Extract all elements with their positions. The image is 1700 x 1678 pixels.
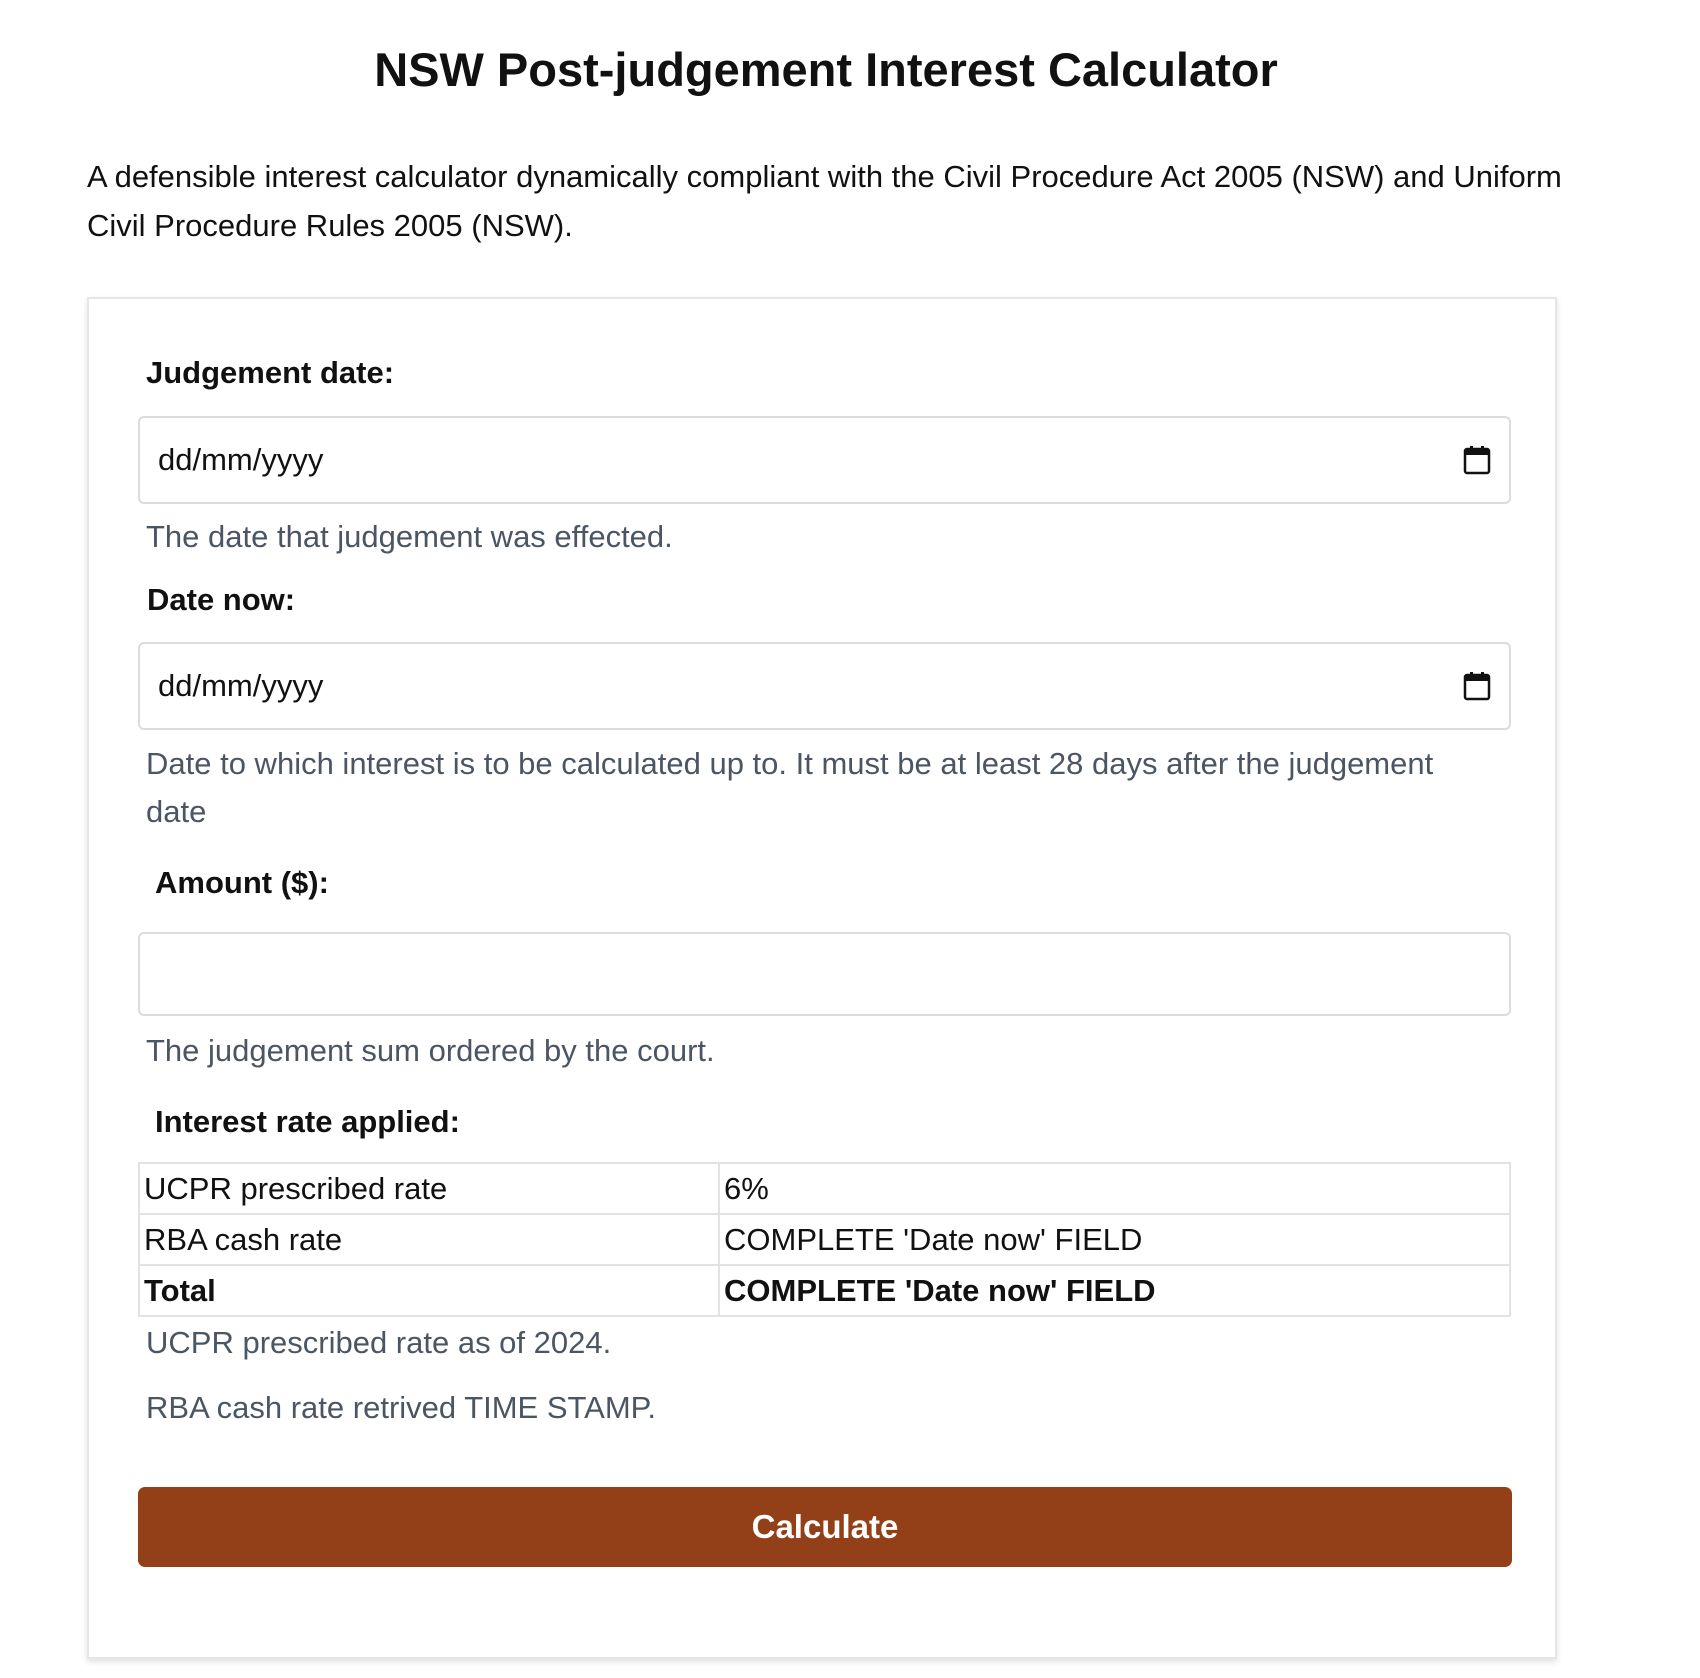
rate-value-cell: COMPLETE 'Date now' FIELD [718,1213,1511,1266]
date-now-placeholder: dd/mm/yyyy [158,668,324,703]
amount-help: The judgement sum ordered by the court. [146,1033,715,1068]
date-now-help: Date to which interest is to be calculat… [146,746,1434,829]
ucpr-rate-note: UCPR prescribed rate as of 2024. [146,1325,612,1360]
calculator-card: Judgement date: dd/mm/yyyy The date that… [87,297,1557,1659]
judgement-date-input[interactable]: dd/mm/yyyy [138,416,1511,504]
interest-rate-label: Interest rate applied: [155,1104,460,1139]
calculate-button[interactable]: Calculate [138,1487,1512,1567]
calendar-icon[interactable] [1463,671,1491,701]
page-title: NSW Post-judgement Interest Calculator [374,43,1278,96]
page-intro: A defensible interest calculator dynamic… [87,159,1562,243]
rba-rate-note: RBA cash rate retrived TIME STAMP. [146,1390,656,1425]
judgement-date-help: The date that judgement was effected. [146,519,673,554]
rate-name-cell: UCPR prescribed rate [138,1162,720,1215]
date-now-label: Date now: [147,582,296,617]
interest-rate-table: UCPR prescribed rate 6% RBA cash rate CO… [138,1162,1511,1317]
date-now-input[interactable]: dd/mm/yyyy [138,642,1511,730]
amount-label: Amount ($): [155,865,329,900]
judgement-date-label: Judgement date: [146,355,395,390]
judgement-date-placeholder: dd/mm/yyyy [158,442,324,477]
rate-value-cell: COMPLETE 'Date now' FIELD [718,1264,1511,1317]
rate-name-cell: Total [138,1264,720,1317]
calendar-icon[interactable] [1463,445,1491,475]
amount-input[interactable] [138,932,1511,1016]
rate-value-cell: 6% [718,1162,1511,1215]
table-row: UCPR prescribed rate 6% [138,1162,1511,1215]
table-row-total: Total COMPLETE 'Date now' FIELD [138,1264,1511,1317]
table-row: RBA cash rate COMPLETE 'Date now' FIELD [138,1213,1511,1266]
rate-name-cell: RBA cash rate [138,1213,720,1266]
